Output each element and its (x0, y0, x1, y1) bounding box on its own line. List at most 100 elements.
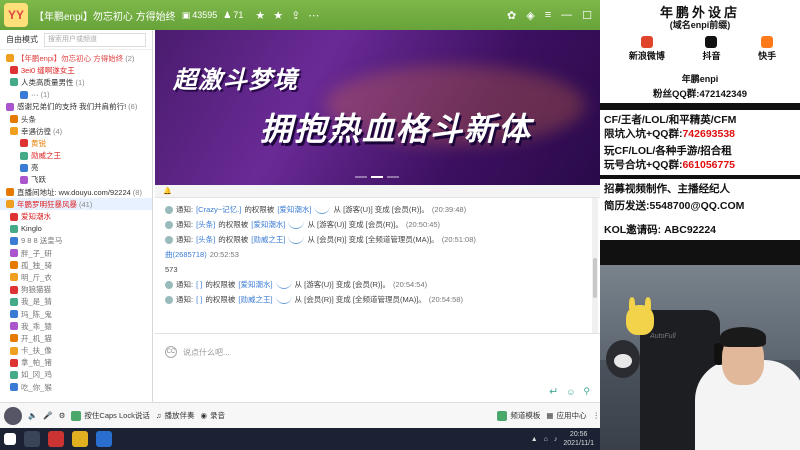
tree-row[interactable]: 我_是_猜 (0, 296, 152, 308)
message-target[interactable]: [勋威之王] (238, 294, 272, 305)
message-target[interactable]: [勋威之王] (251, 234, 285, 245)
message-body: 从 [会员(R)] 变成 [全频道管理员(MA)]。 (307, 235, 439, 244)
tree-row[interactable]: 幸遇彷徨 (4) (0, 125, 152, 137)
tree-row[interactable]: 亮 (0, 162, 152, 174)
gift-icon[interactable]: ✿ (507, 9, 516, 22)
taskbar-app[interactable] (72, 431, 88, 447)
clock-time: 20:56 (569, 431, 588, 438)
tree-row[interactable]: 如_冈_鸡 (0, 369, 152, 381)
tree-row[interactable]: 黄锐 (0, 137, 152, 149)
minimize-icon[interactable]: — (561, 9, 572, 22)
clock[interactable]: 20:56 2021/11/1 (563, 430, 594, 448)
user-search-input[interactable]: 搜索用户或频道 (44, 32, 146, 47)
record-button[interactable]: ◉ 录音 (200, 410, 225, 421)
tree-row[interactable]: 胖_子_研 (0, 247, 152, 259)
taskbar-app[interactable] (96, 431, 112, 447)
menu-icon[interactable]: ≡ (545, 9, 551, 22)
record-icon: ◉ (200, 411, 208, 420)
message-target[interactable]: [爱知潮水] (251, 219, 285, 230)
pager-dot[interactable] (355, 176, 367, 178)
speaker-icon[interactable]: 🔈 (28, 411, 37, 420)
favorite-icon[interactable]: ★ (273, 9, 283, 22)
star-icon[interactable]: ★ (255, 9, 265, 22)
tree-row[interactable]: 卡_扶_像 (0, 345, 152, 357)
message-user[interactable]: [头条] (196, 234, 215, 245)
music-icon: ♫ (155, 411, 162, 420)
message-target[interactable]: [爱知潮水] (277, 204, 311, 215)
message-user[interactable]: [Crazy~记忆.] (196, 204, 241, 215)
tree-row[interactable]: Kinglo (0, 223, 152, 235)
tree-row-label: 我_乖_猿 (21, 321, 52, 331)
tree-row[interactable]: 9 8 8 送皇马 (0, 235, 152, 247)
pager-dot[interactable] (387, 176, 399, 178)
grid-icon: ▦ (546, 411, 554, 420)
record-label: 录音 (210, 411, 226, 420)
social-link[interactable]: 新浪微博 (629, 36, 665, 62)
maximize-icon[interactable]: ☐ (582, 9, 592, 22)
chat-input[interactable]: CC 说点什么吧... (165, 346, 230, 358)
chat-scrollbar[interactable] (592, 198, 598, 333)
tree-row[interactable]: 吃_你_猴 (0, 381, 152, 393)
tree-row[interactable]: 人类高质量男性 (1) (0, 76, 152, 88)
microphone-icon[interactable]: 🎤 (43, 411, 52, 420)
taskbar-app[interactable] (24, 431, 40, 447)
network-icon[interactable]: ⌂ (544, 436, 548, 443)
music-button[interactable]: ♫ 播放伴奏 (156, 410, 195, 421)
settings-icon[interactable]: ⚙ (59, 411, 66, 420)
mic-icon[interactable]: ⚲ (583, 386, 590, 397)
tree-row[interactable]: 孤_独_骑 (0, 259, 152, 271)
start-icon[interactable] (4, 433, 16, 445)
tree-row[interactable]: 飞跃 (0, 174, 152, 186)
tree-row[interactable]: 勋威之王 (0, 150, 152, 162)
tree-row[interactable]: 明_斤_衣 (0, 271, 152, 283)
tree-row[interactable]: 感谢兄弟们的支持 我们并肩前行! (6) (0, 101, 152, 113)
send-icon[interactable]: ↵ (549, 385, 558, 398)
message-target[interactable]: [爱知潮水] (238, 279, 272, 290)
tree-row-label: 【年鹏enpi】勿忘初心 方得始终 (17, 53, 124, 63)
app-logo[interactable]: YY (4, 3, 28, 27)
app-center-button[interactable]: ▦ 应用中心 (546, 410, 586, 421)
message-user[interactable]: 曲(2685718) (165, 249, 207, 260)
game-icon[interactable]: ◈ (526, 9, 534, 22)
emoji-icon[interactable]: ☺ (566, 387, 575, 397)
ad-banner[interactable]: 超激斗梦境 拥抱热血格斗新体 (155, 30, 600, 185)
user-role-icon (6, 188, 14, 197)
tree-row[interactable]: 头条 (0, 113, 152, 125)
cc-icon[interactable]: CC (165, 346, 177, 358)
qq-group-2-label: 玩号合坑+QQ群: (604, 159, 683, 171)
volume-icon[interactable]: ♪ (554, 436, 558, 443)
user-role-icon (10, 358, 18, 367)
tree-row[interactable]: 我_乖_猿 (0, 320, 152, 332)
pager-dot-active[interactable] (371, 176, 383, 178)
tree-row[interactable]: 玛_陈_鬼 (0, 308, 152, 320)
message-user[interactable]: [ ] (196, 295, 202, 304)
qq-group-1: 限坑入坑+QQ群:742693538 (604, 126, 798, 141)
message-user[interactable]: [ ] (196, 280, 202, 289)
tree-row[interactable]: 【年鹏enpi】勿忘初心 方得始终 (2) (0, 52, 152, 64)
tree-row[interactable]: 直播间地址: ww.douyu.com/92224 (8) (0, 186, 152, 198)
chat-input-area[interactable]: CC 说点什么吧... ↵ ☺ ⚲ (155, 333, 600, 402)
avatar[interactable] (4, 406, 22, 425)
tree-row[interactable]: 开_机_猫 (0, 332, 152, 344)
channel-template-button[interactable]: 频道模板 (497, 410, 540, 421)
mode-select[interactable]: 自由模式 (6, 34, 38, 45)
tree-row-label: 如_冈_鸡 (21, 370, 52, 380)
social-link[interactable]: 快手 (758, 36, 776, 62)
more-icon[interactable]: ⋯ (308, 9, 319, 22)
caps-lock-talk[interactable]: 按住Caps Lock说话 (71, 410, 150, 421)
tree-row[interactable]: 狗狼猫猫 (0, 284, 152, 296)
social-link[interactable]: 抖音 (702, 36, 720, 62)
tray-icon[interactable]: ▲ (531, 436, 538, 443)
tree-row[interactable]: ··· (1) (0, 89, 152, 101)
banner-pager[interactable] (355, 176, 399, 178)
more-tools-icon[interactable]: ⋮ (593, 411, 601, 420)
message-user[interactable]: [头条] (196, 219, 215, 230)
share-icon[interactable]: ⇪ (291, 9, 300, 22)
tree-row[interactable]: 3ei0 缝啊遂女王 (0, 64, 152, 76)
taskbar-app[interactable] (48, 431, 64, 447)
tree-row[interactable]: 年鹏罗明狂暴风暴 (41) (0, 198, 152, 211)
scroll-thumb[interactable] (593, 258, 597, 298)
bell-icon[interactable]: 🔔 (163, 187, 172, 195)
tree-row[interactable]: 爱知潮水 (0, 210, 152, 222)
tree-row[interactable]: 拿_帕_猪 (0, 357, 152, 369)
